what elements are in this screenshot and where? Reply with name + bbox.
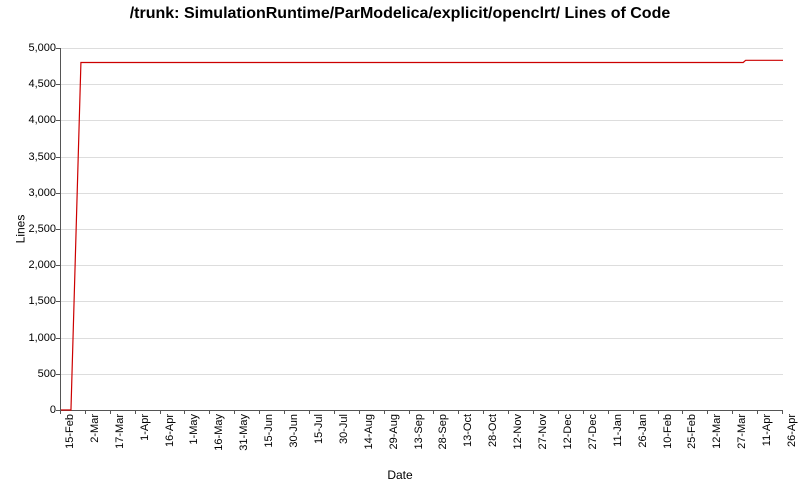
y-tick-label: 1,000 (8, 332, 56, 344)
x-tick-label: 28-Sep (437, 414, 449, 449)
x-tick-label: 26-Jan (637, 414, 649, 448)
x-tick-label: 13-Sep (413, 414, 425, 449)
x-tick-label: 16-May (213, 414, 225, 451)
x-tick-label: 11-Jan (612, 414, 624, 447)
x-tick-label: 12-Nov (512, 414, 524, 449)
y-tick-label: 3,000 (8, 187, 56, 199)
x-tick-label: 26-Apr (786, 414, 798, 447)
x-tick-label: 29-Aug (388, 414, 400, 449)
y-tick-label: 4,000 (8, 114, 56, 126)
y-tick-label: 3,500 (8, 151, 56, 163)
x-tick-label: 16-Apr (164, 414, 176, 447)
y-tick-label: 2,500 (8, 223, 56, 235)
plot-area (60, 48, 783, 411)
x-tick-label: 27-Mar (736, 414, 748, 449)
chart-title: /trunk: SimulationRuntime/ParModelica/ex… (0, 4, 800, 24)
y-tick-label: 2,000 (8, 259, 56, 271)
x-tick-label: 30-Jul (338, 414, 350, 444)
y-tick-label: 500 (8, 368, 56, 380)
x-tick-label: 15-Feb (64, 414, 76, 449)
x-tick-label: 27-Nov (537, 414, 549, 449)
x-tick-label: 31-May (238, 414, 250, 451)
x-tick-label: 30-Jun (288, 414, 300, 448)
x-tick-label: 1-May (188, 414, 200, 445)
y-tick-label: 0 (8, 404, 56, 416)
x-tick-label: 12-Dec (562, 414, 574, 449)
x-tick-label: 2-Mar (89, 414, 101, 443)
x-tick-label: 14-Aug (363, 414, 375, 449)
x-tick-label: 10-Feb (662, 414, 674, 449)
y-tick-label: 4,500 (8, 78, 56, 90)
x-tick-label: 1-Apr (139, 414, 151, 441)
x-tick-label: 28-Oct (487, 414, 499, 447)
series-line (61, 60, 783, 410)
line-layer (61, 48, 783, 410)
x-tick-label: 11-Apr (761, 414, 773, 446)
x-tick-label: 13-Oct (462, 414, 474, 447)
y-tick-label: 1,500 (8, 295, 56, 307)
x-tick-label: 12-Mar (711, 414, 723, 449)
x-tick-label: 15-Jul (313, 414, 325, 444)
chart-container: /trunk: SimulationRuntime/ParModelica/ex… (0, 0, 800, 500)
x-axis-label: Date (0, 468, 800, 482)
x-tick-label: 27-Dec (587, 414, 599, 449)
x-tick-label: 17-Mar (114, 414, 126, 449)
y-tick-label: 5,000 (8, 42, 56, 54)
x-tick-label: 15-Jun (263, 414, 275, 448)
x-tick-label: 25-Feb (686, 414, 698, 449)
